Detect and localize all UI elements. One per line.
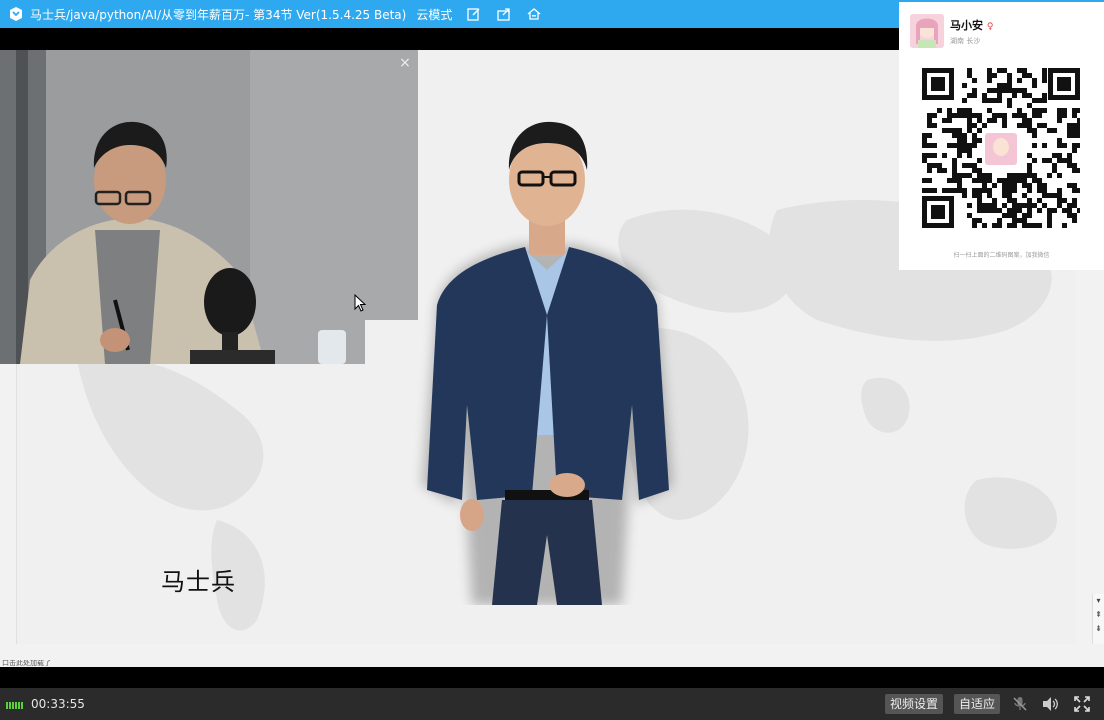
qr-code-image[interactable] xyxy=(922,68,1080,228)
player-control-bar: 00:33:55 视频设置 自适应 xyxy=(0,688,1104,720)
fullscreen-icon[interactable] xyxy=(1073,695,1091,713)
webcam-frame xyxy=(0,50,418,364)
slide-scroll-controls[interactable]: ▾ ⇞ ⇟ xyxy=(1092,594,1104,644)
mic-muted-icon[interactable] xyxy=(1011,695,1029,713)
scroll-bottom-icon[interactable]: ⇟ xyxy=(1093,622,1104,636)
contact-avatar xyxy=(910,14,944,48)
adaptive-button[interactable]: 自适应 xyxy=(953,694,1000,714)
presenter-photo xyxy=(422,121,672,605)
home-icon[interactable] xyxy=(526,6,542,22)
webcam-close-icon[interactable]: × xyxy=(398,56,412,70)
signal-strength-icon xyxy=(6,699,23,709)
cloud-mode-label: 云模式 xyxy=(416,7,453,22)
mouse-cursor-icon xyxy=(354,294,366,312)
app-logo-icon xyxy=(8,6,24,22)
qr-caption: 扫一扫上面的二维码图案，加我微信 xyxy=(953,252,1050,259)
edit-icon[interactable] xyxy=(466,6,482,22)
status-hint-text: 口击此处加载了 xyxy=(0,660,1104,667)
scroll-down-arrow-icon[interactable]: ▾ xyxy=(1093,594,1104,608)
scroll-top-icon[interactable]: ⇞ xyxy=(1093,608,1104,622)
elapsed-time: 00:33:55 xyxy=(31,697,85,711)
webcam-video[interactable]: × xyxy=(0,50,418,364)
slide-presenter-name: 马士兵 xyxy=(161,568,236,596)
video-settings-button[interactable]: 视频设置 xyxy=(884,694,943,714)
speaker-icon[interactable] xyxy=(1042,695,1060,713)
qr-contact-card: 马小安 ♀ 湖南 长沙 扫一扫上面的二维码图案，加我微信 xyxy=(899,2,1104,270)
contact-name-text: 马小安 xyxy=(950,19,983,32)
bottom-black-band xyxy=(0,667,1104,688)
contact-region: 湖南 长沙 xyxy=(950,37,981,45)
window-title: 马士兵/java/python/AI/从零到年薪百万- 第34节 Ver(1.5… xyxy=(30,7,407,22)
female-gender-icon: ♀ xyxy=(986,22,994,32)
share-icon[interactable] xyxy=(496,6,512,22)
contact-name: 马小安 ♀ xyxy=(950,17,993,33)
